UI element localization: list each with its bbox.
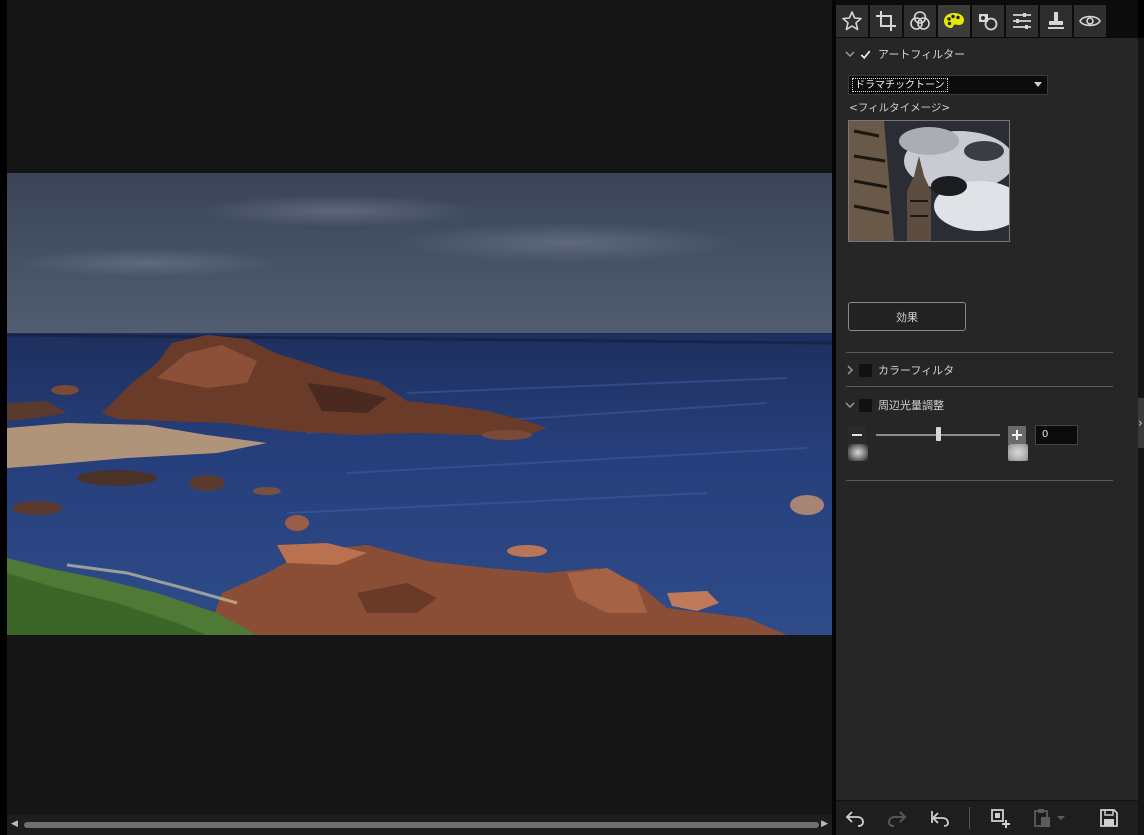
vignette-label: 周辺光量調整 <box>878 399 944 412</box>
scroll-left-icon[interactable]: ◀ <box>11 819 18 829</box>
art-filter-checkbox[interactable] <box>859 48 872 61</box>
undo-icon <box>845 811 864 827</box>
vignette-checkbox[interactable] <box>859 398 872 412</box>
scroll-right-icon[interactable]: ▶ <box>821 819 828 829</box>
color-filter-checkbox[interactable] <box>859 363 872 377</box>
eye-icon <box>1079 15 1101 27</box>
vignette-value-field[interactable]: 0 <box>1035 425 1078 445</box>
filter-image-label: <フィルタイメージ> <box>849 102 951 114</box>
art-filter-selected: ドラマチックトーン <box>852 78 948 92</box>
vignette-slider-handle[interactable] <box>935 427 941 441</box>
tool-tabs <box>836 0 1138 38</box>
reset-button[interactable] <box>927 806 953 830</box>
tab-art-filter[interactable] <box>938 5 970 37</box>
vignette-light-preview-icon <box>1008 444 1028 461</box>
add-copy-button[interactable] <box>987 806 1013 830</box>
art-filter-label: アートフィルター <box>878 48 966 61</box>
star-icon <box>842 11 862 31</box>
tab-color-adjust[interactable] <box>904 5 936 37</box>
sliders-icon <box>1013 13 1031 29</box>
add-copy-icon <box>991 809 1010 828</box>
toolbar-separator <box>969 807 970 829</box>
checkmark-icon <box>860 50 871 59</box>
caret-down-icon <box>1057 816 1065 820</box>
scrollbar-thumb[interactable] <box>24 822 819 828</box>
edit-panel: アートフィルター ドラマチックトーン <フィルタイメージ> 効果 カラーフィルタ… <box>836 0 1138 835</box>
section-vignette-header[interactable]: 周辺光量調整 <box>844 396 944 414</box>
tab-rating[interactable] <box>836 5 868 37</box>
save-button[interactable] <box>1096 806 1122 830</box>
color-filter-label: カラーフィルタ <box>878 364 955 377</box>
crop-icon <box>876 11 896 31</box>
save-icon <box>1100 809 1118 827</box>
color-circles-icon <box>910 11 930 30</box>
section-divider <box>846 352 1113 353</box>
retouch-icon <box>979 14 998 31</box>
stamp-icon <box>1048 12 1064 29</box>
vignette-increase-button[interactable] <box>1008 426 1026 444</box>
dropdown-caret-icon <box>1034 82 1042 87</box>
paste-options-dropdown[interactable] <box>1055 806 1067 830</box>
image-viewer[interactable] <box>7 0 832 815</box>
horizontal-scrollbar[interactable]: ◀ ▶ <box>7 815 832 835</box>
section-divider <box>846 480 1113 481</box>
app-window: ◀ ▶ アートフィルター ドラマチックトーン <フィルタイメージ> 効果 カラー… <box>0 0 1144 835</box>
vignette-decrease-button[interactable] <box>848 426 866 444</box>
panel-collapse-icon[interactable]: › <box>1138 398 1144 448</box>
section-color-filter-header[interactable]: カラーフィルタ <box>844 361 954 379</box>
minus-icon <box>852 434 862 436</box>
tab-retouch[interactable] <box>972 5 1004 37</box>
filter-preview-image <box>848 120 1010 242</box>
plus-icon <box>1012 430 1022 440</box>
tab-stamp[interactable] <box>1040 5 1072 37</box>
chevron-right-icon[interactable] <box>844 364 856 376</box>
paste-icon <box>1034 809 1050 827</box>
redo-icon <box>888 811 907 827</box>
vignette-dark-preview-icon <box>848 444 868 461</box>
reset-icon <box>931 811 949 827</box>
effect-button[interactable]: 効果 <box>848 302 966 331</box>
undo-button[interactable] <box>842 806 868 830</box>
edited-photo <box>7 173 832 635</box>
tab-adjustments[interactable] <box>1006 5 1038 37</box>
section-art-filter-header[interactable]: アートフィルター <box>844 45 965 63</box>
chevron-down-icon[interactable] <box>844 399 856 411</box>
section-divider <box>846 386 1113 387</box>
chevron-down-icon[interactable] <box>844 48 856 60</box>
paste-button[interactable] <box>1029 806 1055 830</box>
bottom-action-bar <box>836 800 1138 835</box>
tab-crop[interactable] <box>870 5 902 37</box>
tab-view[interactable] <box>1074 5 1106 37</box>
art-filter-dropdown[interactable]: ドラマチックトーン <box>848 75 1048 95</box>
palette-icon <box>944 13 964 28</box>
redo-button[interactable] <box>884 806 910 830</box>
